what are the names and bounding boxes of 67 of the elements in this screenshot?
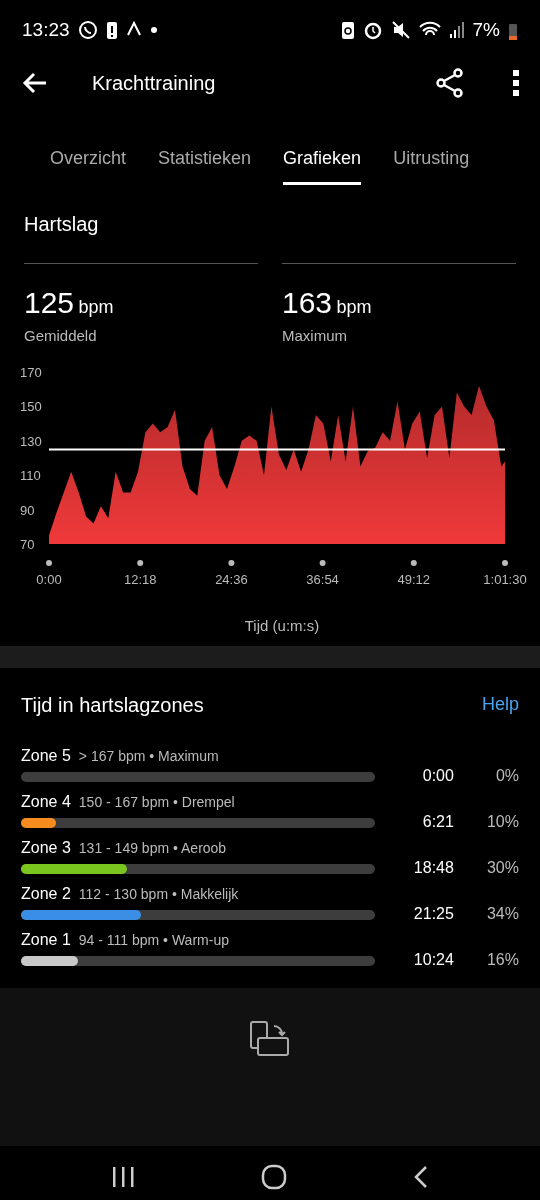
zone-name: Zone 2 (21, 883, 71, 904)
battery-level: 7% (472, 17, 500, 42)
axis-tick-label: 130 (20, 433, 42, 449)
battery-alert-icon (105, 20, 118, 40)
chat-icon (77, 20, 98, 40)
axis-tick-label: 90 (20, 502, 35, 518)
battery-saver-icon (340, 20, 355, 40)
axis-tick-label: 49:12 (397, 571, 431, 587)
zone-range: 150 - 167 bpm • Drempel (78, 792, 235, 812)
stat-value: 125 (24, 286, 75, 319)
zone-range: 131 - 149 bpm • Aeroob (78, 838, 227, 858)
tick-dot (410, 559, 417, 566)
tick-dot (46, 559, 52, 566)
section-title: Hartslag (24, 212, 100, 237)
recent-apps-icon[interactable] (111, 1166, 135, 1188)
home-icon[interactable] (261, 1164, 287, 1190)
stat-unit: bpm (336, 297, 372, 317)
screen-title: Krachttraining (92, 70, 216, 96)
tick-dot (228, 559, 235, 566)
more-icon[interactable] (512, 68, 520, 97)
zone-percent: 30% (485, 857, 519, 878)
zone-name: Zone 4 (21, 791, 71, 812)
tick-dot (502, 559, 508, 566)
axis-tick-label: 36:54 (306, 571, 339, 587)
zone-percent: 10% (485, 811, 519, 832)
zone-percent: 16% (485, 949, 519, 970)
zone-range: 112 - 130 bpm • Makkelijk (78, 884, 239, 904)
stat-unit: bpm (78, 297, 114, 317)
tick-dot (137, 559, 144, 566)
section-title: Tijd in hartslagzones (21, 692, 204, 718)
stat-label: Maximum (282, 326, 348, 346)
axis-tick-label: 1:01:30 (483, 571, 527, 587)
axis-tick-label: 24:36 (215, 571, 248, 587)
zone-name: Zone 1 (21, 929, 71, 950)
axis-tick-label: 150 (20, 398, 42, 414)
back-nav-icon[interactable] (413, 1165, 429, 1189)
axis-tick-label: 110 (20, 467, 41, 483)
status-time: 13:23 (22, 17, 70, 42)
alarm-icon (362, 20, 383, 40)
zone-time: 21:25 (412, 903, 454, 924)
zone-name: Zone 5 (21, 745, 71, 766)
zone-range: > 167 bpm • Maximum (78, 746, 219, 766)
zone-time: 6:21 (421, 811, 454, 832)
tab[interactable]: Statistieken (158, 131, 252, 185)
axis-tick-label: 170 (20, 365, 42, 380)
zone-percent: 0% (494, 765, 519, 786)
help-link[interactable]: Help (481, 691, 519, 718)
dot-icon (149, 26, 158, 34)
share-icon[interactable] (436, 67, 464, 98)
mute-icon (390, 20, 411, 40)
zone-name: Zone 3 (21, 837, 71, 858)
axis-tick-label: 12:18 (123, 571, 157, 587)
axis-title: Tijd (u:m:s) (244, 616, 320, 634)
zone-percent: 34% (485, 903, 519, 924)
zone-range: 94 - 111 bpm • Warm-up (78, 930, 229, 950)
zone-time: 18:48 (412, 857, 454, 878)
signal-icon (448, 20, 465, 40)
tick-dot (319, 559, 326, 566)
stat-label: Gemiddeld (24, 326, 98, 346)
axis-tick-label: 0:00 (36, 571, 62, 587)
tab[interactable]: Overzicht (50, 131, 127, 185)
zone-time: 10:24 (412, 949, 454, 970)
axis-tick-label: 70 (20, 536, 35, 552)
tab[interactable]: Uitrusting (393, 131, 470, 185)
zone-time: 0:00 (421, 765, 454, 786)
tab[interactable]: Grafieken (283, 131, 362, 185)
stat-value: 163 (282, 286, 333, 319)
